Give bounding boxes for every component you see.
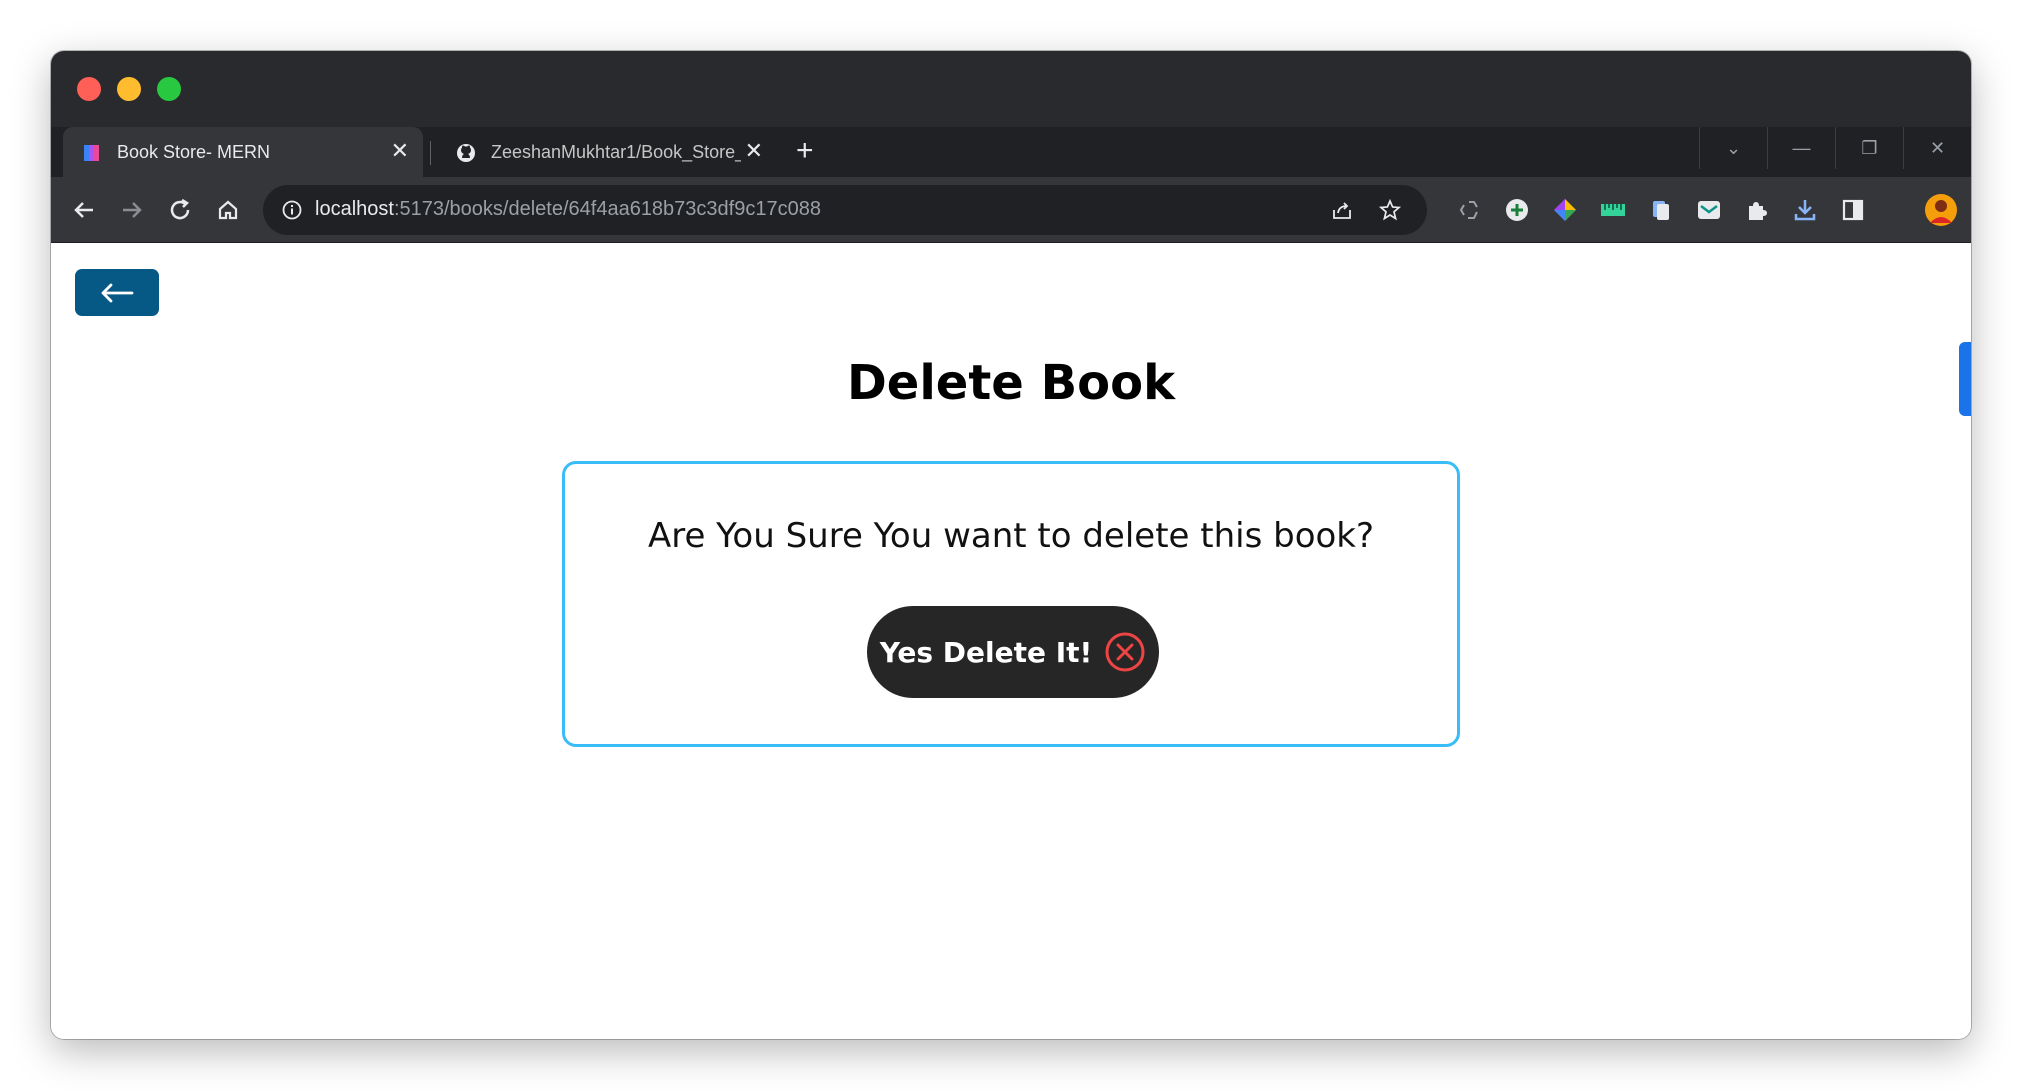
tab-book-store[interactable]: Book Store- MERN ✕ — [63, 127, 423, 177]
delete-confirm-card: Are You Sure You want to delete this boo… — [562, 461, 1460, 747]
recycle-extension-icon[interactable] — [1456, 197, 1482, 223]
maximize-window-button[interactable] — [157, 77, 181, 101]
extensions-puzzle-icon[interactable] — [1744, 197, 1770, 223]
browser-window: Book Store- MERN ✕ ZeeshanMukhtar1/Book_… — [51, 51, 1971, 1039]
reload-icon[interactable] — [165, 195, 195, 225]
page-title: Delete Book — [846, 355, 1176, 411]
tab-title: ZeeshanMukhtar1/Book_Store_ — [491, 142, 741, 162]
restore-icon[interactable]: ❐ — [1835, 127, 1903, 169]
close-icon[interactable]: ✕ — [1903, 127, 1971, 169]
back-button[interactable] — [75, 269, 159, 316]
title-bar — [51, 51, 1971, 127]
bookmark-star-icon[interactable] — [1378, 198, 1402, 222]
arrow-left-icon — [101, 283, 134, 302]
page-content: Delete Book Are You Sure You want to del… — [51, 243, 1971, 1039]
add-extension-icon[interactable] — [1504, 197, 1530, 223]
close-window-button[interactable] — [77, 77, 101, 101]
tab-github[interactable]: ZeeshanMukhtar1/Book_Store_ ✕ — [437, 127, 777, 177]
url-text: localhost:5173/books/delete/64f4aa618b73… — [315, 198, 821, 221]
ruler-extension-icon[interactable] — [1600, 197, 1626, 223]
forward-icon[interactable] — [117, 195, 147, 225]
docs-extension-icon[interactable] — [1648, 197, 1674, 223]
download-icon[interactable] — [1792, 197, 1818, 223]
url-path: :5173/books/delete/64f4aa618b73c3df9c17c… — [393, 198, 821, 220]
browser-toolbar: localhost:5173/books/delete/64f4aa618b73… — [51, 177, 1971, 243]
address-bar[interactable]: localhost:5173/books/delete/64f4aa618b73… — [263, 185, 1427, 235]
book-store-favicon — [84, 145, 99, 161]
site-info-icon[interactable] — [281, 199, 303, 221]
close-tab-icon[interactable]: ✕ — [391, 138, 409, 164]
url-host: localhost — [315, 198, 394, 220]
github-icon — [457, 144, 475, 162]
tab-strip: Book Store- MERN ✕ ZeeshanMukhtar1/Book_… — [51, 127, 1971, 177]
tab-title: Book Store- MERN — [117, 142, 271, 162]
minimize-window-button[interactable] — [117, 77, 141, 101]
color-extension-icon[interactable] — [1552, 197, 1578, 223]
delete-button-label: Yes Delete It! — [879, 635, 1093, 669]
confirm-message: Are You Sure You want to delete this boo… — [647, 516, 1375, 556]
profile-avatar[interactable] — [1924, 193, 1958, 227]
back-icon[interactable] — [69, 195, 99, 225]
mail-extension-icon[interactable] — [1696, 197, 1722, 223]
minimize-icon[interactable]: — — [1767, 127, 1835, 169]
tab-separator — [430, 141, 431, 165]
tab-search-icon[interactable]: ⌄ — [1699, 127, 1767, 169]
home-icon[interactable] — [213, 195, 243, 225]
new-tab-icon[interactable]: + — [796, 134, 814, 168]
side-panel-icon[interactable] — [1840, 197, 1866, 223]
share-icon[interactable] — [1330, 198, 1354, 222]
close-tab-icon[interactable]: ✕ — [745, 138, 763, 164]
delete-button[interactable]: Yes Delete It! — [867, 606, 1159, 698]
close-circle-icon — [1105, 632, 1145, 672]
window-controls: ⌄ — ❐ ✕ — [1699, 127, 1971, 169]
